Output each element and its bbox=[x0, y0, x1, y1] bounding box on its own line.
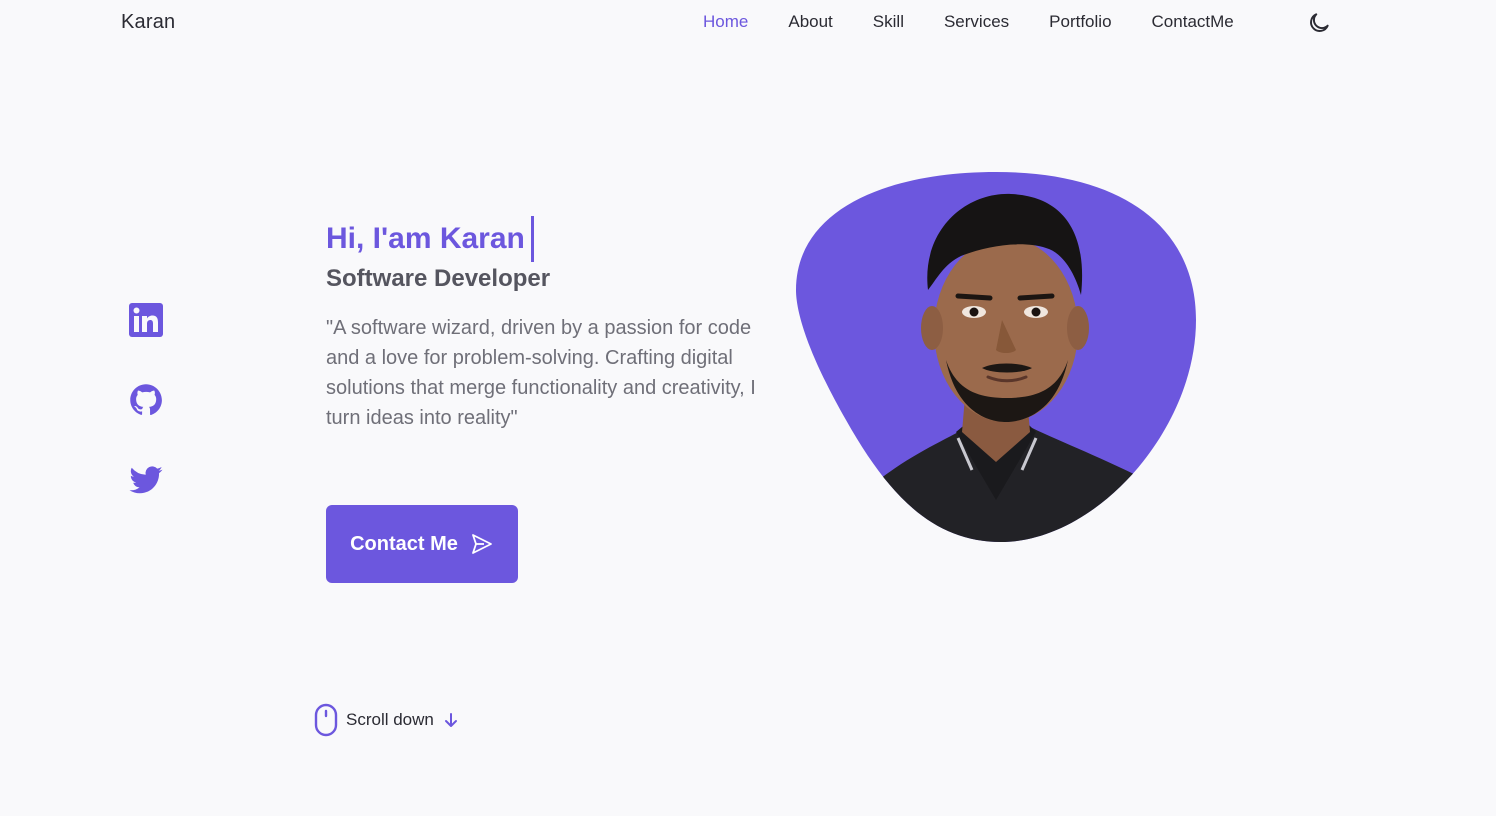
profile-photo bbox=[796, 170, 1196, 544]
linkedin-icon[interactable] bbox=[128, 302, 164, 338]
nav-portfolio[interactable]: Portfolio bbox=[1049, 12, 1111, 32]
site-header: Karan Home About Skill Services Portfoli… bbox=[0, 0, 1496, 46]
mouse-icon bbox=[314, 703, 338, 737]
send-icon bbox=[471, 534, 492, 554]
hero-subtitle: Software Developer bbox=[326, 265, 551, 292]
nav-contactme[interactable]: ContactMe bbox=[1152, 12, 1234, 32]
moon-icon[interactable] bbox=[1306, 10, 1332, 36]
hero-title-row: Hi, I'am Karan bbox=[326, 216, 766, 262]
nav-services[interactable]: Services bbox=[944, 12, 1009, 32]
twitter-icon[interactable] bbox=[128, 462, 164, 498]
scroll-down-label: Scroll down bbox=[346, 710, 434, 729]
contact-me-button[interactable]: Contact Me bbox=[326, 505, 518, 583]
github-icon[interactable] bbox=[128, 382, 164, 418]
nav-skill[interactable]: Skill bbox=[873, 12, 904, 32]
typing-cursor bbox=[530, 216, 534, 262]
arrow-down-icon bbox=[444, 713, 457, 727]
hero-section: Hi, I'am Karan Software Developer "A sof… bbox=[326, 216, 766, 433]
scroll-down-button[interactable]: Scroll down bbox=[314, 703, 458, 737]
contact-me-label: Contact Me bbox=[350, 532, 458, 555]
nav-home[interactable]: Home bbox=[703, 12, 748, 32]
page: Karan Home About Skill Services Portfoli… bbox=[0, 0, 1496, 816]
social-links bbox=[128, 302, 164, 542]
hero-description: "A software wizard, driven by a passion … bbox=[326, 317, 756, 429]
nav-about[interactable]: About bbox=[788, 12, 832, 32]
hero-title: Hi, I'am Karan bbox=[326, 222, 525, 255]
main-nav: Home About Skill Services Portfolio Cont… bbox=[703, 12, 1274, 32]
site-logo[interactable]: Karan bbox=[121, 11, 175, 34]
